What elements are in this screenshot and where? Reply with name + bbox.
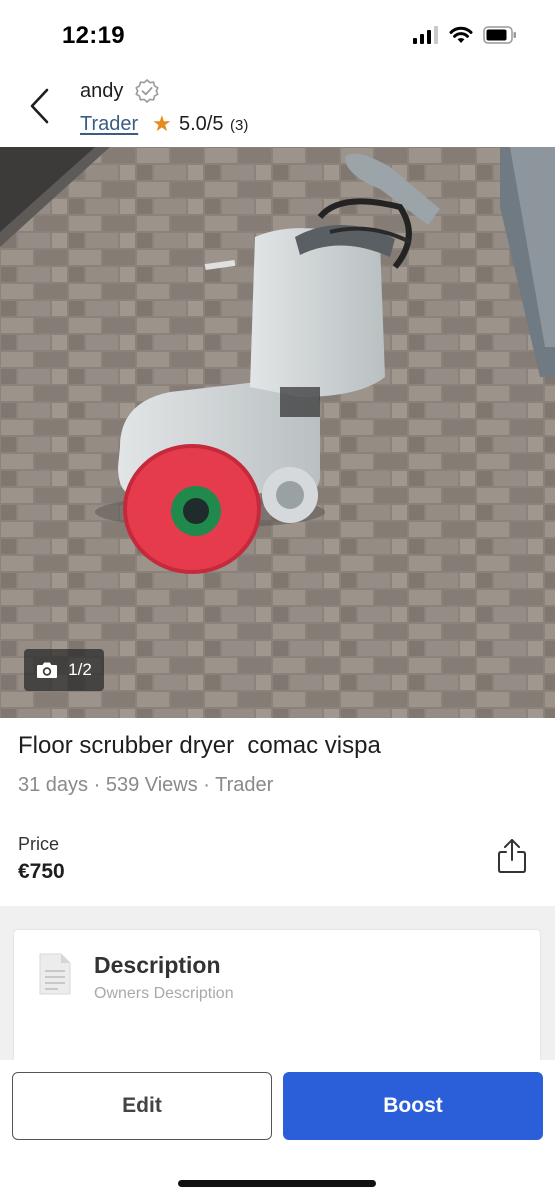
photo-counter[interactable]: 1/2 [24, 649, 104, 691]
status-icons [413, 26, 517, 44]
bottom-action-bar: Edit Boost [0, 1060, 555, 1200]
listing-photo[interactable]: 1/2 [0, 147, 555, 718]
verified-badge-icon [135, 79, 159, 103]
description-title: Description [94, 952, 221, 978]
home-indicator[interactable] [178, 1180, 376, 1187]
seller-type-link[interactable]: Trader [80, 113, 138, 136]
rating-count: (3) [230, 117, 249, 134]
price-label: Price [18, 834, 60, 854]
seller-rating: 5.0/5 [179, 113, 224, 135]
signal-icon [413, 26, 438, 44]
status-time: 12:19 [62, 22, 125, 49]
battery-icon [483, 26, 516, 44]
photo-counter-text: 1/2 [68, 660, 92, 679]
seller-name[interactable]: andy [80, 80, 123, 103]
wifi-icon [449, 26, 473, 43]
listing-info: Floor scrubber dryer comac vispa 31 days… [0, 718, 555, 906]
share-icon[interactable] [496, 838, 528, 874]
listing-meta: 31 days · 539 Views · Trader [18, 774, 274, 796]
description-subtitle: Owners Description [94, 985, 234, 1002]
seller-header: andy Trader ★ 5.0/5 (3) [0, 72, 555, 147]
description-card[interactable]: Description Owners Description [14, 930, 540, 1080]
back-arrow-icon[interactable] [22, 86, 58, 126]
boost-button[interactable]: Boost [283, 1072, 543, 1140]
status-bar: 12:19 [0, 0, 555, 72]
listing-title: Floor scrubber dryer comac vispa [18, 732, 381, 759]
photo-image [0, 147, 555, 718]
camera-icon [37, 662, 58, 678]
document-icon [39, 953, 71, 995]
star-icon: ★ [152, 111, 172, 136]
edit-button[interactable]: Edit [12, 1072, 272, 1140]
price-value: €750 [18, 860, 65, 883]
